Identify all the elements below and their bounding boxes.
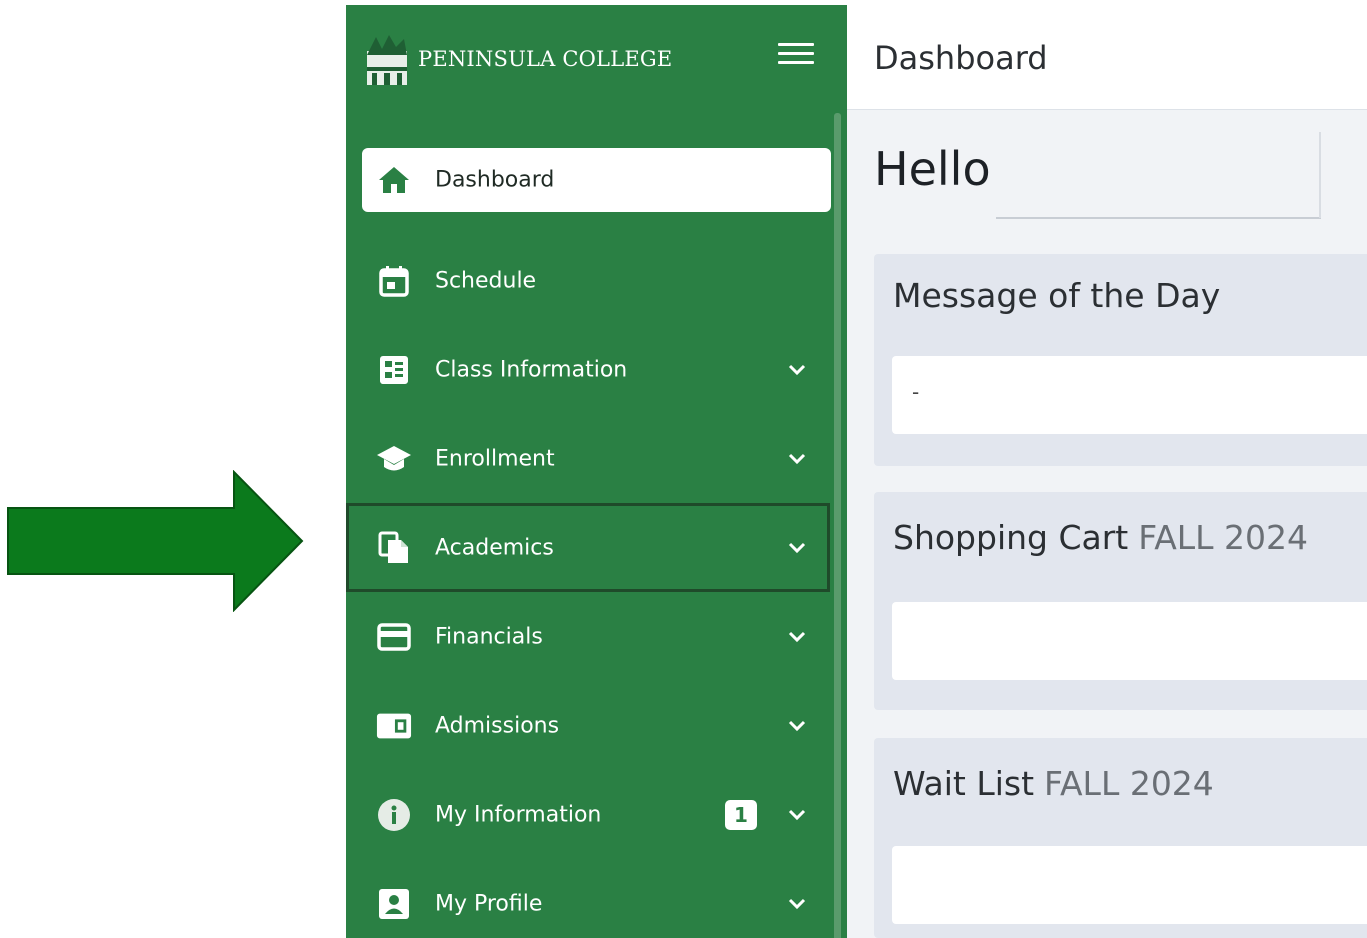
hamburger-icon xyxy=(778,43,814,46)
hamburger-line xyxy=(778,61,814,64)
term-label: FALL 2024 xyxy=(1044,764,1214,803)
message-value: - xyxy=(912,380,920,404)
brand-name: PENINSULA COLLEGE xyxy=(418,47,673,71)
card-body: - xyxy=(892,356,1367,434)
sidebar-item-schedule[interactable]: Schedule xyxy=(346,236,832,325)
chevron-down-icon[interactable] xyxy=(783,623,811,651)
chevron-down-icon[interactable] xyxy=(783,801,811,829)
graduation-cap-icon xyxy=(376,441,412,477)
pointer-arrow-icon xyxy=(7,470,304,612)
card-body xyxy=(892,602,1367,680)
credit-card-icon xyxy=(376,619,412,655)
sidebar-item-label: Admissions xyxy=(435,713,560,738)
brand[interactable]: PENINSULA COLLEGE xyxy=(364,27,672,91)
sidebar-item-label: Enrollment xyxy=(435,446,555,471)
sidebar-item-class-information[interactable]: Class Information xyxy=(346,325,832,414)
message-of-the-day-card: Message of the Day - xyxy=(874,254,1367,466)
card-body xyxy=(892,846,1367,924)
card-title-text: Shopping Cart xyxy=(893,518,1129,557)
sidebar-scrollbar[interactable] xyxy=(834,113,841,938)
sidebar: PENINSULA COLLEGE Dashboard Schedule Cla… xyxy=(346,5,847,938)
sidebar-item-label: My Profile xyxy=(435,891,543,916)
chevron-down-icon[interactable] xyxy=(783,356,811,384)
chevron-down-icon[interactable] xyxy=(783,534,811,562)
term-label: FALL 2024 xyxy=(1138,518,1309,557)
card-title: Wait List FALL 2024 xyxy=(893,764,1214,803)
chevron-down-icon[interactable] xyxy=(783,712,811,740)
sidebar-item-label: Class Information xyxy=(435,357,628,382)
id-card-icon xyxy=(376,708,412,744)
greeting-divider xyxy=(996,217,1321,219)
hamburger-line xyxy=(778,52,814,55)
calendar-icon xyxy=(376,263,412,299)
sidebar-item-label: Dashboard xyxy=(435,167,555,193)
greeting: Hello xyxy=(874,142,991,196)
home-icon xyxy=(376,162,412,198)
college-logo-icon xyxy=(367,35,407,85)
sidebar-nav: Dashboard Schedule Class Information Enr… xyxy=(346,148,832,938)
chevron-down-icon[interactable] xyxy=(783,890,811,918)
sidebar-item-financials[interactable]: Financials xyxy=(346,592,832,681)
sidebar-item-academics[interactable]: Academics xyxy=(346,503,830,592)
menu-toggle-button[interactable] xyxy=(778,43,814,71)
sidebar-item-label: Schedule xyxy=(435,268,537,293)
page-title: Dashboard xyxy=(874,39,1048,77)
card-title: Message of the Day xyxy=(893,276,1220,315)
top-bar: Dashboard xyxy=(847,5,1367,110)
chevron-down-icon[interactable] xyxy=(783,445,811,473)
sidebar-item-my-information[interactable]: My Information 1 xyxy=(346,770,832,859)
notification-badge: 1 xyxy=(725,799,757,830)
main-content: Hello Message of the Day - Shopping Cart… xyxy=(847,110,1367,938)
wait-list-card: Wait List FALL 2024 xyxy=(874,738,1367,938)
sidebar-item-label: Financials xyxy=(435,624,543,649)
card-title-text: Wait List xyxy=(893,764,1035,803)
sidebar-item-dashboard[interactable]: Dashboard xyxy=(362,148,831,212)
card-title: Shopping Cart FALL 2024 xyxy=(893,518,1308,557)
class-list-icon xyxy=(376,352,412,388)
documents-icon xyxy=(376,530,412,566)
sidebar-item-my-profile[interactable]: My Profile xyxy=(346,859,832,938)
sidebar-item-label: Academics xyxy=(435,535,554,560)
sidebar-item-admissions[interactable]: Admissions xyxy=(346,681,832,770)
sidebar-item-label: My Information xyxy=(435,802,602,827)
greeting-vertical-divider xyxy=(1319,132,1321,218)
profile-icon xyxy=(376,886,412,922)
shopping-cart-card: Shopping Cart FALL 2024 xyxy=(874,492,1367,710)
card-title-text: Message of the Day xyxy=(893,276,1221,315)
sidebar-item-enrollment[interactable]: Enrollment xyxy=(346,414,832,503)
info-icon xyxy=(376,797,412,833)
